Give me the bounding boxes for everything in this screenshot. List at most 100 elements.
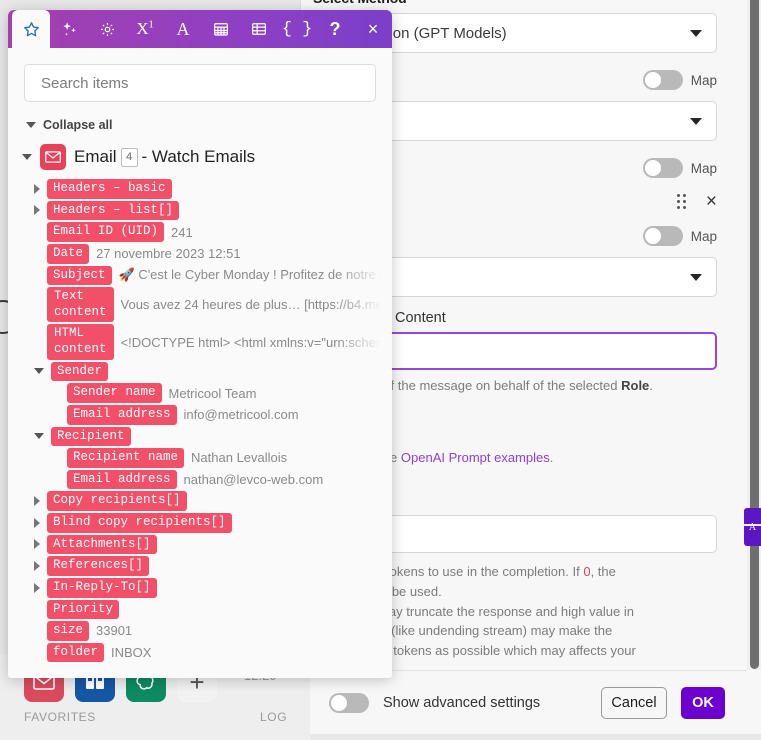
variable-item[interactable]: Priority (47, 599, 382, 621)
module-suffix: - Watch Emails (141, 146, 256, 166)
chevron-down-icon (26, 122, 36, 128)
variable-chip[interactable]: HTML content (47, 324, 114, 360)
max-tokens-hint-zero: 0 (583, 564, 591, 580)
module-number: 4 (120, 148, 138, 167)
variable-item[interactable]: Headers – list[] (34, 200, 382, 222)
variable-chip[interactable]: Recipient name (67, 448, 185, 468)
general-tab[interactable] (88, 10, 126, 48)
variable-value: nathan@levco-web.com (183, 472, 324, 488)
variable-value: Vous avez 24 heures de plus… [https://b4… (120, 297, 382, 313)
picker-tab-bar: X1 A { } ? × (8, 10, 392, 48)
chevron-right-icon[interactable] (34, 582, 40, 593)
picker-search-wrap (8, 48, 392, 112)
variable-chip[interactable]: References[] (47, 556, 150, 576)
variable-chip[interactable]: Headers – basic (47, 179, 172, 199)
chevron-right-icon[interactable] (34, 496, 40, 507)
favorites-tab[interactable] (12, 10, 50, 48)
chevron-right-icon[interactable] (34, 205, 40, 216)
prompt-examples-suffix: . (549, 449, 554, 465)
variable-chip[interactable]: size (47, 621, 90, 641)
variable-item[interactable]: Email ID (UID) 241 (47, 221, 382, 243)
braces-icon: { } (281, 19, 313, 39)
messages-map-toggle[interactable] (642, 158, 683, 178)
email-icon (40, 144, 66, 170)
variable-value: info@metricool.com (183, 407, 299, 423)
variable-chip[interactable]: Subject (47, 265, 112, 286)
code-tab[interactable]: { } (278, 10, 316, 48)
search-input[interactable] (39, 73, 361, 93)
variable-chip[interactable]: Email ID (UID) (47, 222, 165, 242)
variable-chip[interactable]: Copy recipients[] (47, 491, 187, 511)
variable-chip[interactable]: Headers – list[] (47, 200, 180, 221)
variable-item[interactable]: HTML content <!DOCTYPE html> <html xmlns:… (47, 323, 382, 360)
variable-picker-panel: X1 A { } ? × Search items Collapse all E… (8, 10, 392, 678)
role-map-label: Map (690, 228, 717, 244)
openai-prompt-examples-link[interactable]: OpenAI Prompt examples (401, 450, 550, 465)
picker-item-list: Collapse all Email 4- Watch Emails Header… (8, 112, 392, 678)
variable-item[interactable]: size 33901 (47, 620, 382, 642)
math-tab[interactable]: X1 (126, 10, 164, 48)
close-tab[interactable]: × (354, 10, 392, 48)
hint-text-bold: Role (621, 378, 650, 393)
variable-item[interactable]: Recipient (34, 426, 382, 448)
dialog-scrollbar[interactable] (747, 0, 761, 670)
variable-item[interactable]: In-Reply-To[] (34, 577, 382, 599)
variable-chip[interactable]: Date (47, 243, 90, 264)
help-tab[interactable]: ? (316, 10, 354, 48)
module-name: Email (74, 146, 117, 166)
text-tab[interactable]: A (164, 10, 202, 48)
variable-item[interactable]: folder INBOX (47, 642, 382, 664)
variable-chip[interactable]: Recipient (51, 426, 131, 447)
variable-chip[interactable]: Sender name (67, 383, 162, 403)
variable-item[interactable]: Copy recipients[] (34, 490, 382, 512)
chevron-right-icon[interactable] (34, 183, 40, 194)
variable-item[interactable]: Headers – basic (34, 178, 382, 200)
variable-chip[interactable]: Email address (67, 404, 177, 425)
chevron-right-icon[interactable] (34, 561, 40, 572)
variable-chip[interactable]: Priority (47, 599, 120, 620)
variable-item[interactable]: Email address nathan@levco-web.com (67, 469, 382, 491)
variable-item[interactable]: Attachments[] (34, 534, 382, 556)
show-advanced-label: Show advanced settings (383, 694, 541, 711)
chevron-down-icon[interactable] (34, 433, 44, 440)
search-box[interactable] (24, 64, 376, 102)
variable-item[interactable]: References[] (34, 555, 382, 577)
model-map-toggle[interactable] (642, 70, 683, 90)
chevron-right-icon[interactable] (34, 517, 40, 528)
variable-chip[interactable]: In-Reply-To[] (47, 577, 157, 598)
variable-chip[interactable]: Sender (51, 361, 109, 382)
variable-item[interactable]: Blind copy recipients[] (34, 512, 382, 534)
array-tab[interactable] (240, 10, 278, 48)
remove-message-icon[interactable]: × (706, 192, 717, 211)
variable-item[interactable]: Sender name Metricool Team (67, 382, 382, 404)
variable-chip[interactable]: folder (47, 642, 105, 663)
variable-value: Nathan Levallois (191, 450, 288, 466)
role-map-toggle[interactable] (642, 226, 683, 246)
dialog-scrollbar-thumb[interactable] (750, 0, 759, 669)
variable-value: INBOX (111, 645, 152, 661)
variable-item[interactable]: Sender (34, 361, 382, 383)
module-group-header[interactable]: Email 4- Watch Emails (20, 140, 382, 178)
cancel-button[interactable]: Cancel (601, 686, 667, 719)
collapse-all-button[interactable]: Collapse all (20, 114, 382, 140)
variable-chip[interactable]: Email address (67, 469, 177, 490)
superscript-icon: X1 (136, 19, 154, 38)
table-icon (252, 23, 266, 35)
ai-tab[interactable] (50, 10, 88, 48)
variable-chip[interactable]: Text content (47, 287, 114, 323)
ok-button[interactable]: OK (681, 686, 725, 719)
variable-item[interactable]: Email address info@metricool.com (67, 404, 382, 426)
drag-handle-icon[interactable] (676, 193, 686, 209)
show-advanced-toggle[interactable] (329, 692, 369, 713)
variable-chip[interactable]: Attachments[] (47, 534, 157, 555)
variable-chip[interactable]: Blind copy recipients[] (47, 513, 232, 533)
chevron-down-icon[interactable] (34, 368, 44, 375)
variable-item[interactable]: Date 27 novembre 2023 12:51 (47, 243, 382, 265)
date-tab[interactable] (202, 10, 240, 48)
edge-module-widget[interactable]: A (744, 508, 761, 546)
variable-item[interactable]: Text content Vous avez 24 heures de plus…… (47, 286, 382, 323)
chevron-right-icon[interactable] (34, 539, 40, 550)
variable-item[interactable]: Subject 🚀 C'est le Cyber Monday ! Profite… (47, 265, 382, 287)
variable-item[interactable]: Recipient name Nathan Levallois (67, 447, 382, 469)
collapse-all-label: Collapse all (43, 118, 113, 132)
